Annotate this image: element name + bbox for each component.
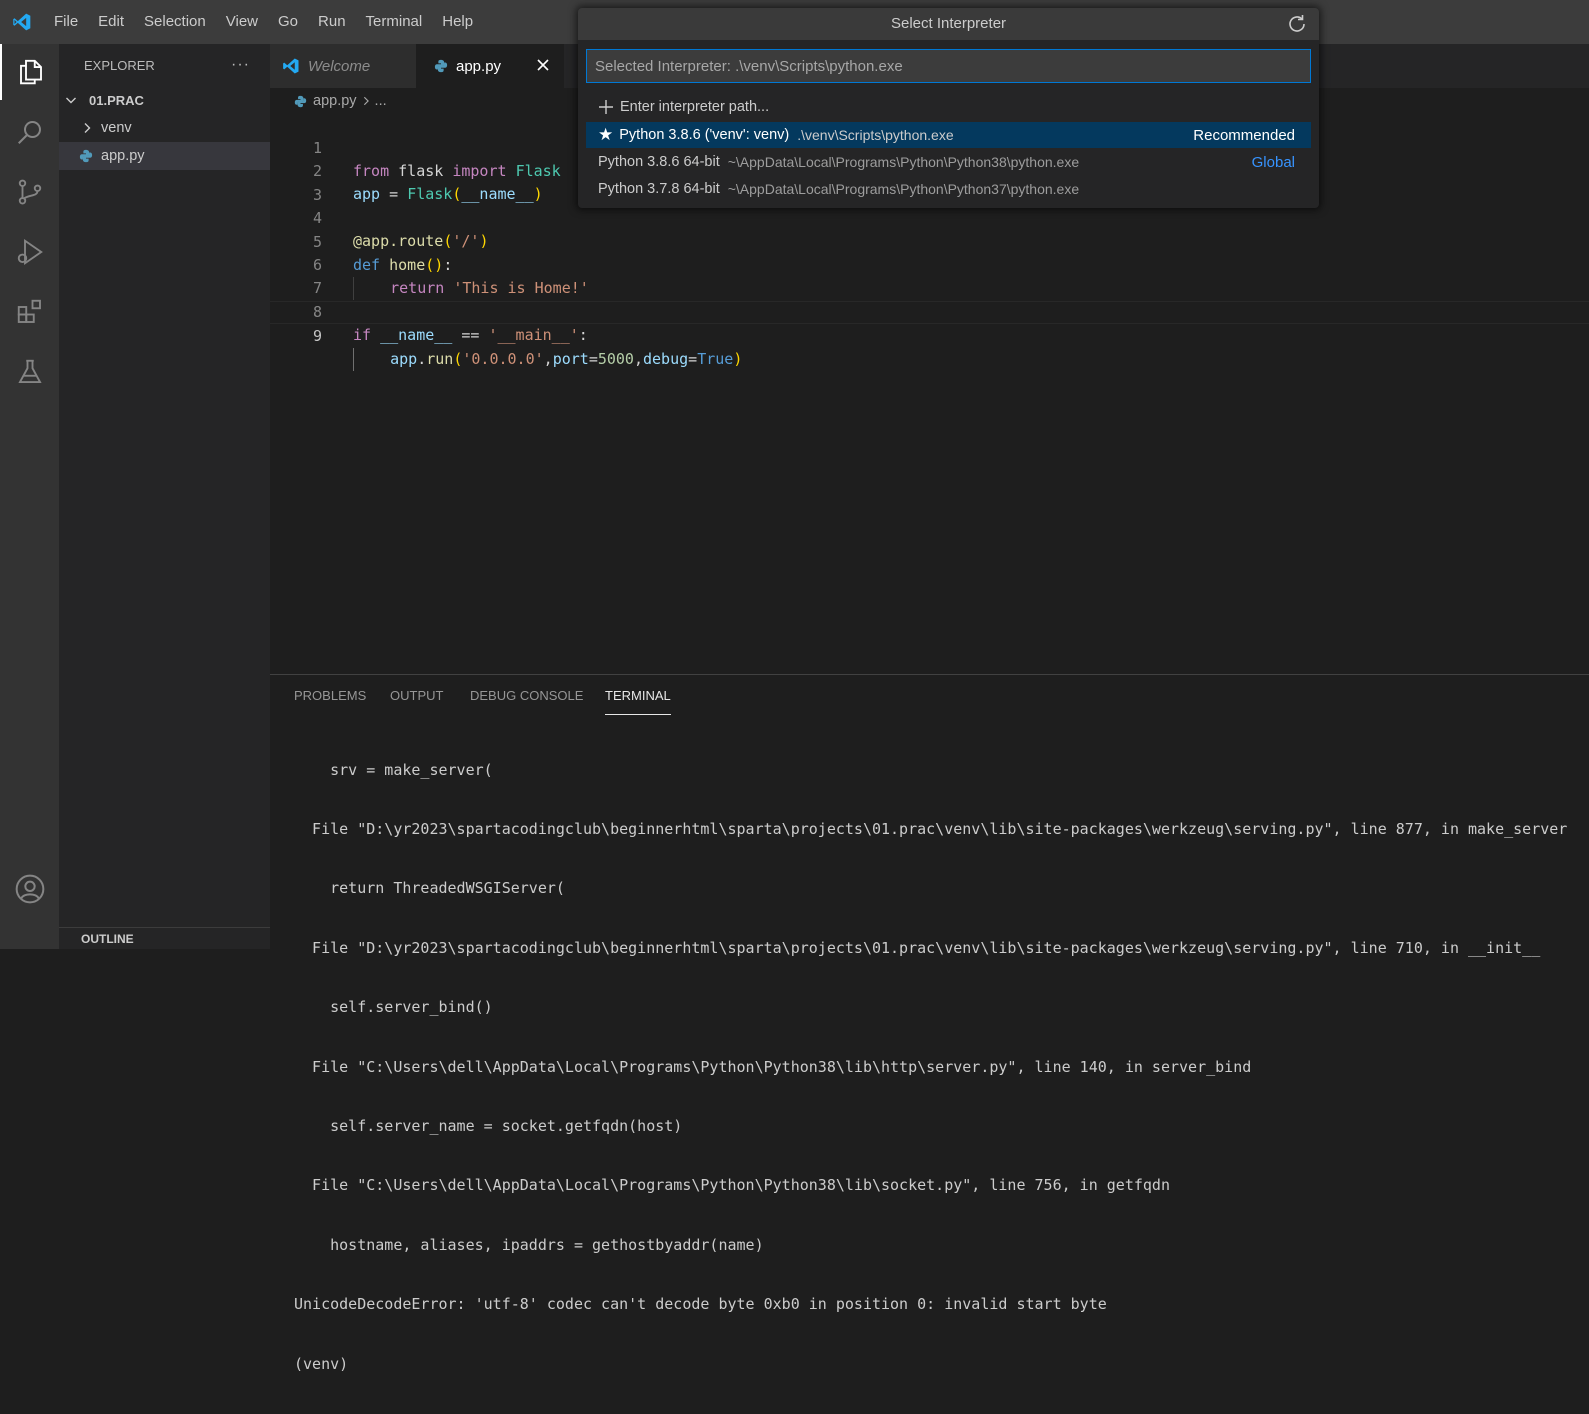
tree-item-app-py-label: app.py <box>101 148 145 164</box>
terminal-line: hostname, aliases, ipaddrs = gethostbyad… <box>294 1235 764 1254</box>
menu-help[interactable]: Help <box>432 0 483 44</box>
panel-tab-output[interactable]: OUTPUT <box>390 675 443 717</box>
tab-app-py-label: app.py <box>456 57 502 75</box>
interpreter-option-path: ~\AppData\Local\Programs\Python\Python38… <box>727 154 1080 170</box>
python-file-icon <box>59 149 101 163</box>
panel-tab-debug-console[interactable]: DEBUG CONSOLE <box>470 675 583 717</box>
terminal-line: self.server_bind() <box>294 998 493 1017</box>
search-icon[interactable] <box>0 104 59 160</box>
interpreter-option[interactable]: Python 3.8.6 64-bit ~\AppData\Local\Prog… <box>586 149 1311 175</box>
account-icon[interactable] <box>0 861 59 917</box>
terminal-line: return ThreadedWSGIServer( <box>294 879 565 898</box>
breadcrumb-file[interactable]: app.py <box>313 93 357 109</box>
chevron-right-icon <box>59 122 101 134</box>
close-icon[interactable] <box>536 58 550 72</box>
global-badge: Global <box>1251 153 1295 171</box>
explorer-title: EXPLORER <box>84 57 155 73</box>
interpreter-option-label: Python 3.8.6 ('venv': venv) <box>619 127 790 143</box>
recommended-badge: Recommended <box>1193 126 1295 144</box>
menu-run[interactable]: Run <box>308 0 356 44</box>
panel-tab-problems[interactable]: PROBLEMS <box>294 675 366 717</box>
enter-path-label: Enter interpreter path... <box>620 99 770 115</box>
chevron-down-icon <box>59 94 89 106</box>
menu-view[interactable]: View <box>216 0 268 44</box>
line-number: 9 <box>312 327 322 346</box>
code-text: if __name__ == '__main__': <box>353 325 588 344</box>
bottom-panel: PROBLEMS OUTPUT DEBUG CONSOLE TERMINAL s… <box>270 674 1589 1373</box>
terminal-line: (venv) <box>294 1354 349 1373</box>
source-control-icon[interactable] <box>0 164 59 220</box>
outline-label: OUTLINE <box>81 931 134 946</box>
interpreter-option[interactable]: ★ Python 3.8.6 ('venv': venv) .\venv\Scr… <box>586 122 1311 148</box>
panel-tab-terminal[interactable]: TERMINAL <box>605 675 671 717</box>
terminal-output[interactable]: srv = make_server( File "D:\yr2023\spart… <box>294 721 1567 1414</box>
tree-item-venv[interactable]: venv <box>59 114 270 142</box>
python-tab-icon <box>416 59 456 73</box>
plus-icon <box>598 99 614 115</box>
code-text: app.run('0.0.0.0',port=5000,debug=True) <box>353 348 742 372</box>
activity-bar <box>0 44 59 949</box>
vscode-tab-icon <box>270 57 308 75</box>
breadcrumb-rest[interactable]: ... <box>375 93 387 109</box>
star-icon: ★ <box>598 125 614 144</box>
run-debug-icon[interactable] <box>0 224 59 280</box>
explorer-sidebar: EXPLORER ··· 01.PRAC venv app.py OUTLINE <box>59 44 270 949</box>
terminal-line: self.server_name = socket.getfqdn(host) <box>294 1116 683 1135</box>
select-interpreter-quickpick: Select Interpreter Enter interpreter pat… <box>578 8 1319 208</box>
enter-interpreter-path-item[interactable]: Enter interpreter path... <box>586 94 1311 120</box>
interpreter-option-label: Python 3.7.8 64-bit <box>598 181 720 197</box>
python-breadcrumb-icon <box>270 95 313 108</box>
quickpick-title: Select Interpreter <box>578 8 1319 40</box>
tab-welcome[interactable]: Welcome <box>270 44 416 88</box>
chevron-right-icon <box>357 96 375 106</box>
tab-welcome-label: Welcome <box>308 57 371 75</box>
vscode-logo-icon <box>0 0 44 44</box>
terminal-line: UnicodeDecodeError: 'utf-8' codec can't … <box>294 1295 1107 1314</box>
folder-root-label: 01.PRAC <box>89 92 144 108</box>
interpreter-option[interactable]: Python 3.7.8 64-bit ~\AppData\Local\Prog… <box>586 176 1311 202</box>
interpreter-option-label: Python 3.8.6 64-bit <box>598 154 720 170</box>
menu-terminal[interactable]: Terminal <box>356 0 433 44</box>
code-line: 7 <box>270 254 1589 297</box>
menu-file[interactable]: File <box>44 0 88 44</box>
tree-item-app-py[interactable]: app.py <box>59 142 270 170</box>
breadcrumb: app.py ... <box>270 88 387 114</box>
more-actions-icon[interactable]: ··· <box>231 56 250 74</box>
code-line: 5 def home(): <box>270 208 1589 274</box>
interpreter-search-input[interactable] <box>586 49 1311 83</box>
explorer-icon[interactable] <box>0 44 59 100</box>
folder-root[interactable]: 01.PRAC <box>59 86 270 114</box>
code-line: 8 if __name__ == '__main__': <box>270 278 1589 344</box>
terminal-line: File "C:\Users\dell\AppData\Local\Progra… <box>294 1176 1170 1195</box>
tab-app-py[interactable]: app.py <box>416 44 564 88</box>
terminal-line: File "C:\Users\dell\AppData\Local\Progra… <box>294 1057 1252 1076</box>
extensions-icon[interactable] <box>0 284 59 340</box>
code-line-current: 9 app.run('0.0.0.0',port=5000,debug=True… <box>270 301 1589 372</box>
terminal-line: srv = make_server( <box>294 760 493 779</box>
menu-selection[interactable]: Selection <box>134 0 216 44</box>
menu-go[interactable]: Go <box>268 0 308 44</box>
interpreter-option-path: ~\AppData\Local\Programs\Python\Python37… <box>727 181 1080 197</box>
interpreter-option-path: .\venv\Scripts\python.exe <box>797 127 954 143</box>
explorer-header: EXPLORER ··· <box>59 44 270 86</box>
refresh-icon[interactable] <box>1285 12 1309 36</box>
outline-section[interactable]: OUTLINE <box>59 927 270 949</box>
menu-edit[interactable]: Edit <box>88 0 134 44</box>
terminal-line: File "D:\yr2023\spartacodingclub\beginne… <box>294 819 1568 838</box>
testing-icon[interactable] <box>0 344 59 400</box>
code-line: 6 return 'This is Home!' <box>270 231 1589 300</box>
tree-item-venv-label: venv <box>101 120 132 136</box>
